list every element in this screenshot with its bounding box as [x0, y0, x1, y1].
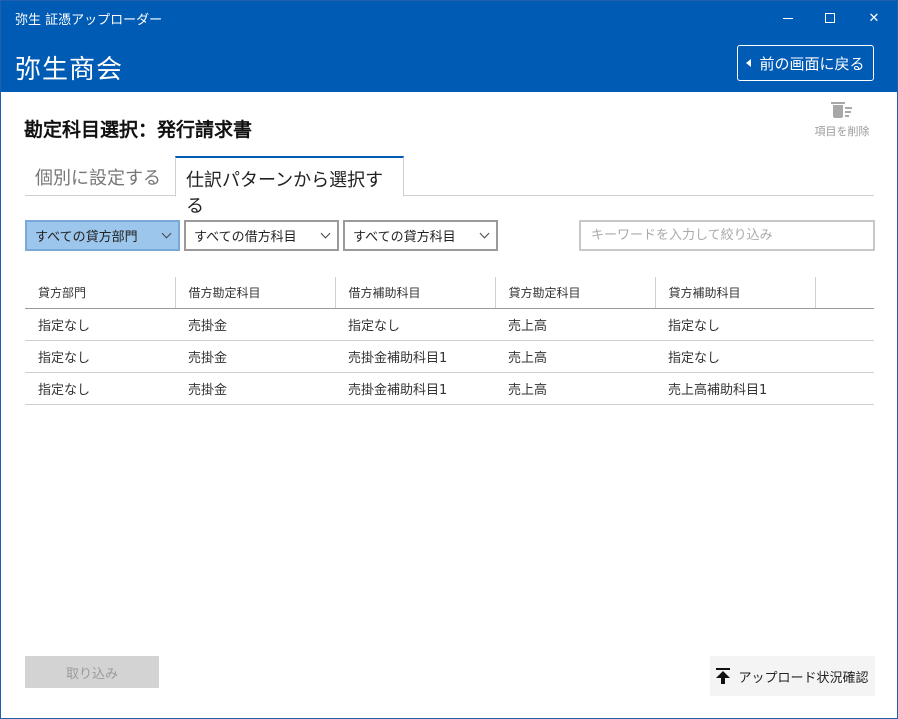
table-cell: 指定なし [655, 340, 815, 373]
title-bar: 弥生 証憑アップローダー ✕ [1, 1, 897, 35]
table-header-row: 貸方部門 借方勘定科目 借方補助科目 貸方勘定科目 貸方補助科目 [25, 277, 874, 309]
table-cell: 売上高補助科目1 [655, 372, 815, 405]
journal-pattern-table: 貸方部門 借方勘定科目 借方補助科目 貸方勘定科目 貸方補助科目 指定なし 売掛… [25, 277, 874, 405]
table-cell: 指定なし [655, 308, 815, 341]
chevron-left-icon [746, 59, 752, 67]
debit-account-select[interactable]: すべての借方科目 [184, 220, 339, 251]
back-button[interactable]: 前の画面に戻る [737, 45, 874, 81]
table-cell: 売上高 [495, 308, 655, 341]
close-icon: ✕ [868, 10, 880, 26]
import-button[interactable]: 取り込み [25, 656, 159, 688]
column-header[interactable]: 貸方勘定科目 [494, 277, 655, 309]
credit-department-select[interactable]: すべての貸方部門 [25, 220, 180, 251]
page-title: 勘定科目選択：発行請求書 [24, 119, 253, 141]
app-window: 弥生 証憑アップローダー ✕ 弥生商会 前の画面に戻る 勘定科目選択：発行請求書… [0, 0, 898, 719]
chevron-down-icon [479, 228, 490, 239]
table-row[interactable]: 指定なし 売掛金 売掛金補助科目1 売上高 指定なし [25, 340, 874, 373]
credit-department-value: すべての貸方部門 [35, 230, 138, 245]
delete-item-label: 項目を削除 [814, 125, 870, 138]
trash-icon [831, 102, 853, 119]
table-cell: 指定なし [335, 308, 495, 341]
chevron-down-icon [161, 228, 172, 239]
column-header[interactable]: 借方補助科目 [334, 277, 495, 309]
app-title: 弥生 証憑アップローダー [15, 13, 163, 28]
column-header[interactable]: 貸方補助科目 [654, 277, 815, 309]
credit-account-select[interactable]: すべての貸方科目 [343, 220, 498, 251]
delete-item-button[interactable]: 項目を削除 [807, 102, 877, 139]
minimize-button[interactable] [765, 1, 811, 35]
column-header[interactable]: 貸方部門 [25, 277, 175, 309]
maximize-icon [825, 13, 835, 23]
tab-journal-pattern[interactable]: 仕訳パターンから選択する [175, 156, 404, 217]
table-cell: 売掛金 [175, 372, 335, 405]
tab-bar: 個別に設定する 仕訳パターンから選択する [25, 156, 874, 217]
table-cell: 売掛金補助科目1 [335, 340, 495, 373]
close-button[interactable]: ✕ [851, 1, 897, 35]
credit-account-value: すべての貸方科目 [353, 230, 456, 245]
table-row[interactable]: 指定なし 売掛金 指定なし 売上高 指定なし [25, 308, 874, 341]
table-cell: 指定なし [25, 372, 175, 405]
keyword-search-input[interactable] [579, 220, 875, 251]
upload-status-label: アップロード状況確認 [738, 670, 869, 686]
minimize-icon [783, 17, 793, 19]
column-header[interactable]: 借方勘定科目 [174, 277, 335, 309]
debit-account-value: すべての借方科目 [194, 230, 297, 245]
table-cell: 指定なし [25, 308, 175, 341]
table-cell: 売上高 [495, 340, 655, 373]
header-bar: 弥生商会 前の画面に戻る [1, 35, 897, 92]
table-cell: 指定なし [25, 340, 175, 373]
back-button-label: 前の画面に戻る [759, 54, 865, 73]
upload-status-button[interactable]: アップロード状況確認 [710, 656, 875, 696]
table-cell [815, 372, 874, 405]
table-cell: 売掛金補助科目1 [335, 372, 495, 405]
tab-individual-setting[interactable]: 個別に設定する [25, 156, 171, 196]
table-cell: 売上高 [495, 372, 655, 405]
upload-icon [716, 668, 731, 684]
table-cell [815, 308, 874, 341]
table-cell [815, 340, 874, 373]
table-cell: 売掛金 [175, 340, 335, 373]
table-row[interactable]: 指定なし 売掛金 売掛金補助科目1 売上高 売上高補助科目1 [25, 372, 874, 405]
maximize-button[interactable] [807, 1, 853, 35]
column-header-empty [814, 277, 874, 309]
chevron-down-icon [320, 228, 331, 239]
table-cell: 売掛金 [175, 308, 335, 341]
company-name: 弥生商会 [15, 55, 124, 85]
